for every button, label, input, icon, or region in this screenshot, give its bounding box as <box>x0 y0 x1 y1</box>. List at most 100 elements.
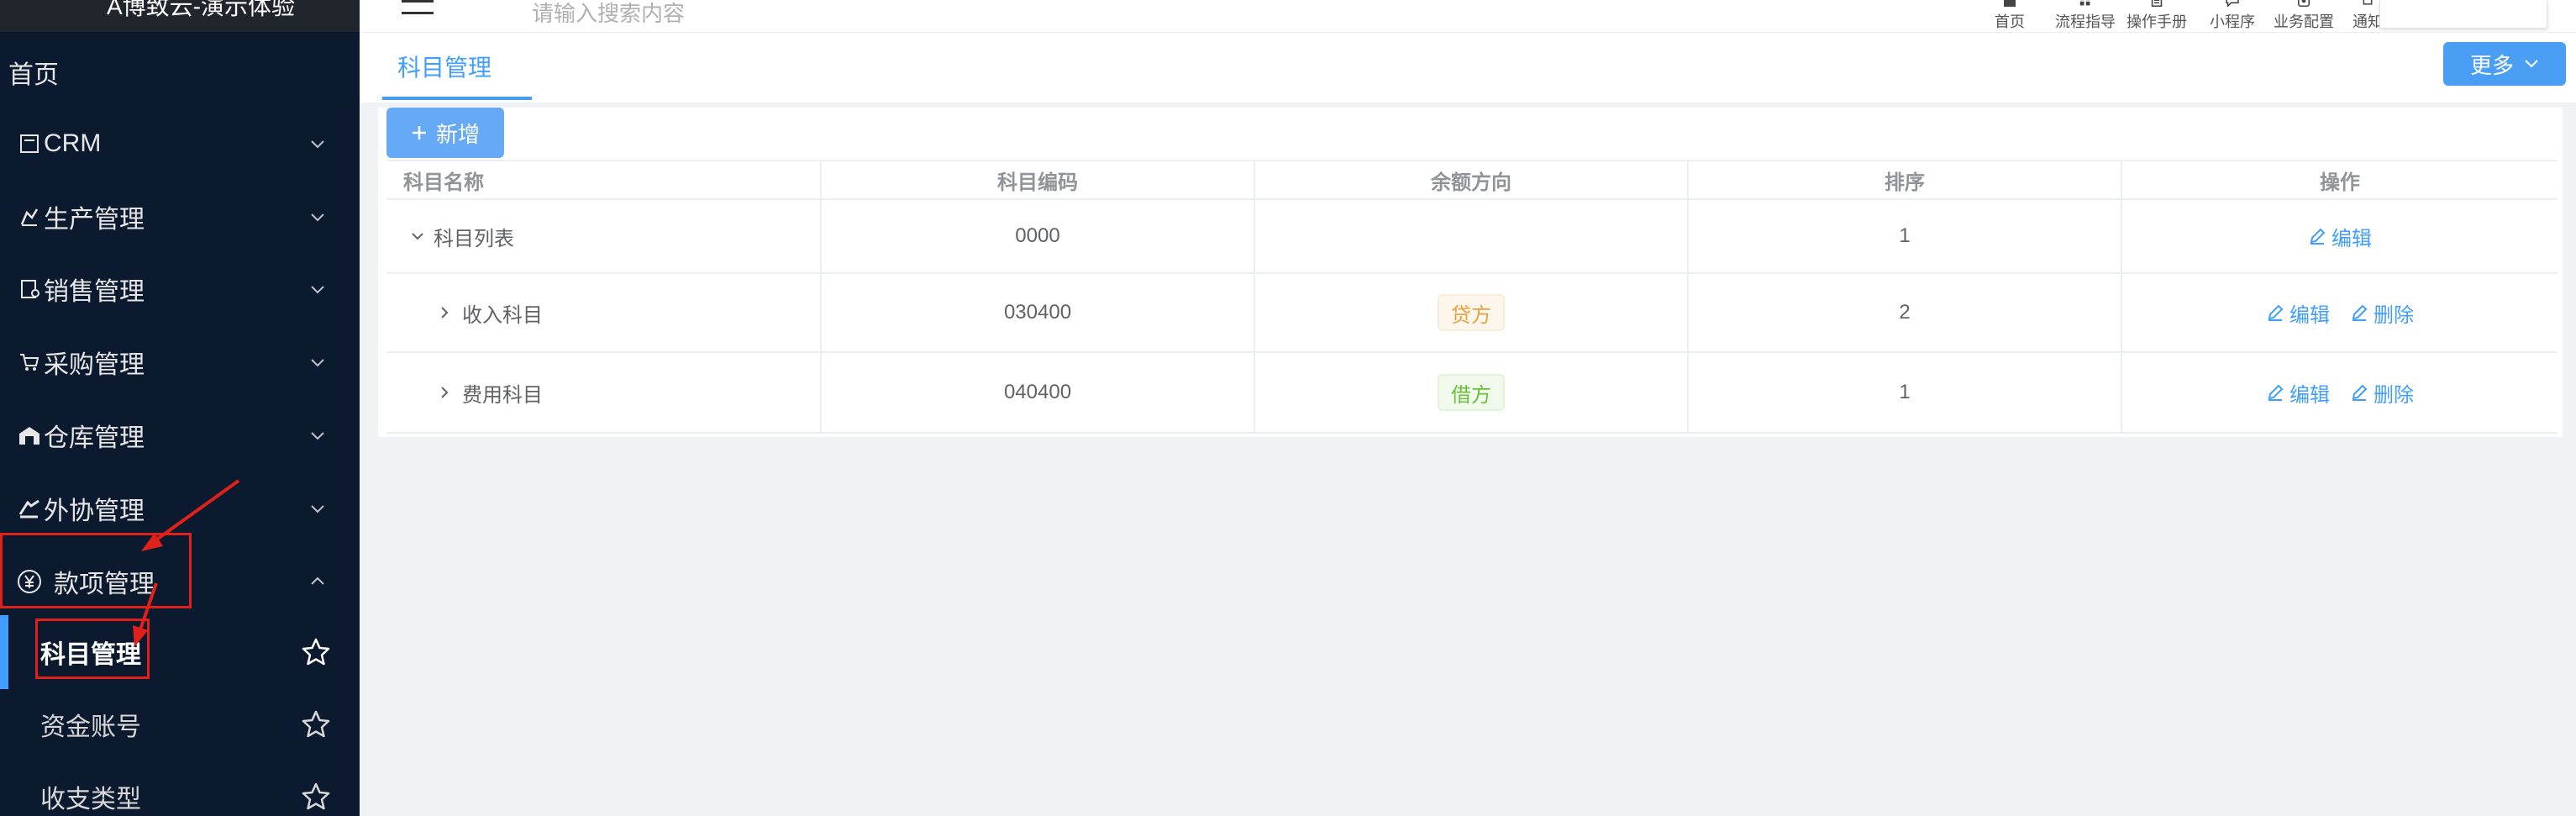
document-icon <box>2151 0 2163 7</box>
grid-icon <box>2079 0 2090 6</box>
subject-code: 0000 <box>822 200 1255 272</box>
sidebar-subitem-label: 收支类型 <box>40 786 141 813</box>
outsource-icon <box>17 496 42 521</box>
sidebar: A博致云-演示体验 首页 CRM 生产管理 销售管理 采购管理 仓库管理 外协管… <box>0 0 360 816</box>
nav-notice[interactable]: 通知 <box>2353 0 2383 32</box>
column-header: 科目编码 <box>822 161 1255 198</box>
column-header: 余额方向 <box>1255 161 1689 198</box>
edit-button[interactable]: 编辑 <box>2266 298 2330 328</box>
sidebar-subitem-label: 资金账号 <box>40 713 141 741</box>
edit-icon <box>2268 304 2284 321</box>
edit-icon <box>2268 384 2284 401</box>
table-row: 费用科目 040400 借方 1 编辑 删除 <box>386 353 2558 434</box>
sort-order: 1 <box>1689 353 2122 432</box>
nav-home[interactable]: 首页 <box>1995 0 2025 32</box>
star-icon[interactable] <box>301 782 331 812</box>
edit-icon <box>2310 228 2326 245</box>
subject-name: 科目列表 <box>434 227 514 250</box>
subject-name: 费用科目 <box>462 383 543 407</box>
config-icon <box>2298 0 2310 7</box>
chevron-down-icon[interactable] <box>410 229 425 244</box>
column-header: 操作 <box>2320 171 2360 194</box>
nav-process-guide[interactable]: 流程指导 <box>2055 0 2116 32</box>
balance-direction <box>1255 200 1689 272</box>
chevron-down-icon <box>311 432 324 440</box>
subject-table: 科目名称 科目编码 余额方向 排序 操作 科目列表 0000 1 编辑 收入科目… <box>386 160 2558 434</box>
tab-subject-management[interactable]: 科目管理 <box>382 33 507 100</box>
table-row: 收入科目 030400 贷方 2 编辑 删除 <box>386 274 2558 353</box>
logo-bar: A博致云-演示体验 <box>0 0 360 32</box>
chevron-down-icon <box>2525 60 2538 68</box>
add-button-label: 新增 <box>435 121 480 147</box>
sort-order: 2 <box>1689 274 2122 351</box>
subject-code: 030400 <box>822 274 1255 351</box>
subject-code: 040400 <box>822 353 1255 432</box>
delete-button[interactable]: 删除 <box>2350 298 2414 328</box>
tabs-bar: 科目管理 <box>360 32 2576 103</box>
delete-button[interactable]: 删除 <box>2350 378 2414 408</box>
crm-icon <box>17 131 42 156</box>
edit-button[interactable]: 编辑 <box>2266 378 2330 408</box>
actions-cell: 编辑 删除 <box>2122 353 2558 432</box>
sidebar-item-label: CRM <box>44 129 102 157</box>
actions-cell: 编辑 删除 <box>2122 274 2558 351</box>
column-header: 排序 <box>1689 161 2122 198</box>
direction-tag: 借方 <box>1438 374 1505 411</box>
column-header: 科目名称 <box>386 161 822 198</box>
header-popup <box>2379 0 2547 29</box>
subject-name: 收入科目 <box>462 303 543 327</box>
table-header: 科目名称 科目编码 余额方向 排序 操作 <box>386 160 2558 200</box>
add-button[interactable]: 新增 <box>386 108 504 158</box>
chevron-right-icon[interactable] <box>437 305 452 320</box>
chevron-down-icon <box>311 359 324 367</box>
sidebar-item-sales[interactable]: 销售管理 <box>0 264 360 314</box>
sidebar-subitem-accounts[interactable]: 资金账号 <box>0 691 360 758</box>
sidebar-item-label: 仓库管理 <box>44 424 145 452</box>
sort-order: 1 <box>1689 200 2122 272</box>
direction-tag: 贷方 <box>1438 294 1505 331</box>
production-icon <box>17 204 42 229</box>
sidebar-item-warehouse[interactable]: 仓库管理 <box>0 410 360 461</box>
table-row: 科目列表 0000 1 编辑 <box>386 200 2558 274</box>
edit-icon <box>2352 304 2368 321</box>
nav-business-config[interactable]: 业务配置 <box>2274 0 2334 32</box>
chevron-up-icon <box>311 576 324 585</box>
app-title: A博致云-演示体验 <box>106 0 295 19</box>
chevron-down-icon <box>311 505 324 513</box>
sidebar-item-home[interactable]: 首页 <box>8 54 59 91</box>
search-input[interactable]: 请输入搜索内容 <box>532 0 685 28</box>
warehouse-icon <box>17 423 42 448</box>
hamburger-icon[interactable] <box>402 0 434 22</box>
chevron-right-icon[interactable] <box>437 385 452 400</box>
chevron-down-icon <box>311 286 324 294</box>
sidebar-item-label: 生产管理 <box>44 206 145 234</box>
bell-icon <box>2363 0 2373 5</box>
cart-icon <box>17 350 42 375</box>
chevron-down-icon <box>311 213 324 222</box>
annotation-box <box>35 619 150 679</box>
annotation-box <box>0 533 192 608</box>
more-button[interactable]: 更多 <box>2443 42 2566 86</box>
nav-manual[interactable]: 操作手册 <box>2127 0 2187 32</box>
sidebar-item-label: 采购管理 <box>44 351 145 379</box>
sidebar-item-outsource[interactable]: 外协管理 <box>0 483 360 534</box>
plus-icon <box>412 126 426 140</box>
tab-underline <box>382 97 532 100</box>
more-button-label: 更多 <box>2469 52 2514 78</box>
star-icon[interactable] <box>301 637 331 667</box>
sidebar-item-label: 销售管理 <box>44 278 145 306</box>
actions-cell: 编辑 <box>2122 200 2558 272</box>
edit-button[interactable]: 编辑 <box>2308 222 2372 251</box>
sidebar-item-purchase[interactable]: 采购管理 <box>0 337 360 387</box>
chat-icon <box>2226 0 2239 7</box>
subject-name-cell: 科目列表 <box>386 200 822 272</box>
subject-name-cell: 收入科目 <box>386 274 822 351</box>
balance-direction: 借方 <box>1255 353 1689 432</box>
home-icon <box>2004 0 2016 7</box>
sidebar-item-production[interactable]: 生产管理 <box>0 192 360 242</box>
subject-name-cell: 费用科目 <box>386 353 822 432</box>
star-icon[interactable] <box>301 709 331 740</box>
sidebar-item-crm[interactable]: CRM <box>0 118 360 169</box>
sidebar-subitem-types[interactable]: 收支类型 <box>0 763 360 816</box>
nav-mini-program[interactable]: 小程序 <box>2210 0 2255 32</box>
